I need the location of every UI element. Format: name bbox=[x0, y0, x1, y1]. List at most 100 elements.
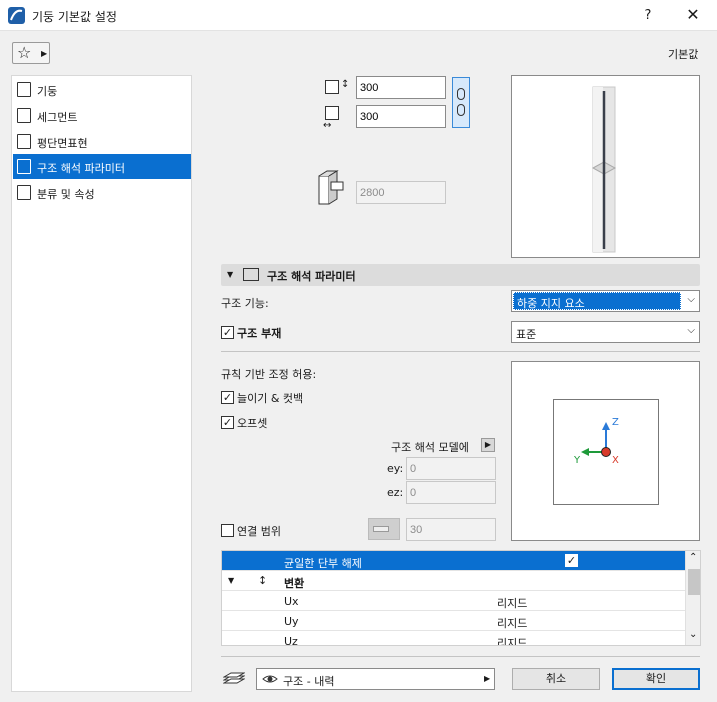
structural-member-checkbox[interactable]: ✓ bbox=[221, 326, 234, 339]
structural-analysis-icon bbox=[243, 268, 259, 281]
range-bar-icon bbox=[373, 526, 389, 532]
scroll-up-icon[interactable]: ⌃ bbox=[689, 552, 697, 563]
offset-label: 오프셋 bbox=[237, 417, 268, 430]
section-header-structural[interactable]: ▼ 구조 해석 파라미터 bbox=[221, 264, 700, 286]
table-cell: 균일한 단부 해제 bbox=[284, 557, 362, 570]
table-row[interactable]: Ux 리지드 bbox=[222, 591, 685, 611]
view-dropdown[interactable]: 구조 - 내력 ▶ bbox=[256, 668, 495, 690]
structural-function-label: 구조 기능: bbox=[221, 297, 269, 310]
model-menu-button[interactable]: ▶ bbox=[481, 438, 495, 452]
plan-section-icon bbox=[17, 134, 31, 149]
table-cell: 리지드 bbox=[497, 617, 528, 630]
release-table: 균일한 단부 해제 ✓ ▼ ↕ 변환 Ux 리지드 Uy 리지드 Uz 리지드 … bbox=[221, 550, 701, 646]
table-cell: Uy bbox=[284, 615, 299, 628]
column-icon bbox=[17, 82, 31, 97]
table-cell: Uz bbox=[284, 635, 298, 646]
favorites-button[interactable]: ☆ ▶ bbox=[12, 42, 50, 64]
layers-icon bbox=[222, 670, 246, 686]
table-cell: 리지드 bbox=[497, 637, 528, 646]
column-3d-preview bbox=[511, 75, 700, 258]
table-scrollbar[interactable]: ⌃ ⌄ bbox=[685, 551, 700, 645]
structural-member-dropdown[interactable]: 표준 ⌵ bbox=[511, 321, 700, 343]
column-height-icon bbox=[317, 170, 347, 207]
chevron-down-icon: ⌵ bbox=[687, 294, 695, 305]
table-row-group[interactable]: ▼ ↕ 변환 bbox=[222, 571, 685, 591]
analysis-model-label: 구조 해석 모델에 bbox=[391, 441, 469, 454]
ey-input[interactable] bbox=[406, 457, 496, 480]
app-logo-icon bbox=[8, 7, 25, 24]
table-cell: 리지드 bbox=[497, 597, 528, 610]
cancel-button[interactable]: 취소 bbox=[512, 668, 600, 690]
divider bbox=[221, 656, 700, 657]
sidebar-item-label: 세그먼트 bbox=[37, 111, 78, 124]
dropdown-value: 하중 지지 요소 bbox=[513, 292, 681, 310]
chain-link-icon bbox=[457, 88, 465, 100]
dropdown-value: 표준 bbox=[516, 328, 537, 341]
arrow-vertical-icon: ↕ bbox=[341, 79, 350, 90]
caret-down-icon: ▼ bbox=[227, 270, 234, 279]
ok-button[interactable]: 확인 bbox=[612, 668, 700, 690]
axis-y-label: Y bbox=[574, 455, 581, 466]
sidebar-item-label: 구조 해석 파라미터 bbox=[37, 162, 125, 175]
uniform-release-checkbox[interactable]: ✓ bbox=[565, 554, 578, 567]
rule-based-adjust-label: 규칙 기반 조정 허용: bbox=[221, 368, 317, 381]
classification-icon bbox=[17, 185, 31, 200]
sidebar-item-label: 기둥 bbox=[37, 85, 58, 98]
table-row[interactable]: 균일한 단부 해제 ✓ bbox=[222, 551, 685, 571]
window-title: 기둥 기본값 설정 bbox=[32, 10, 117, 24]
depth-dimension-icon bbox=[325, 106, 339, 120]
sidebar-item-label: 분류 및 속성 bbox=[37, 188, 95, 201]
width-dimension-icon bbox=[325, 80, 339, 94]
ey-label: ey: bbox=[387, 462, 404, 475]
help-button[interactable]: ? bbox=[638, 6, 658, 26]
structural-member-label: 구조 부재 bbox=[237, 327, 282, 340]
chevron-down-icon: ⌵ bbox=[687, 325, 695, 336]
title-bar: 기둥 기본값 설정 ? ✕ bbox=[0, 0, 717, 31]
section-title: 구조 해석 파라미터 bbox=[267, 270, 356, 283]
caret-down-icon: ▼ bbox=[228, 576, 235, 585]
connection-range-input[interactable] bbox=[406, 518, 496, 541]
sidebar-item-segment[interactable]: 세그먼트 bbox=[13, 103, 191, 128]
analysis-model-preview: Z Y X bbox=[511, 361, 700, 541]
divider bbox=[221, 351, 700, 352]
default-label: 기본값 bbox=[668, 48, 699, 61]
scroll-thumb[interactable] bbox=[688, 569, 700, 595]
ez-input[interactable] bbox=[406, 481, 496, 504]
close-button[interactable]: ✕ bbox=[683, 5, 703, 25]
height-input[interactable] bbox=[356, 181, 446, 204]
table-cell: 변환 bbox=[284, 577, 305, 590]
width-input[interactable] bbox=[356, 76, 446, 99]
segment-icon bbox=[17, 108, 31, 123]
eye-icon bbox=[262, 672, 278, 686]
triangle-right-icon: ▶ bbox=[41, 49, 48, 58]
sidebar: 기둥 세그먼트 평단면표현 구조 해석 파라미터 분류 및 속성 bbox=[11, 75, 192, 692]
triangle-right-icon: ▶ bbox=[484, 674, 491, 683]
extend-cutback-label: 늘이기 & 컷백 bbox=[237, 392, 304, 405]
table-row[interactable]: Uy 리지드 bbox=[222, 611, 685, 631]
sidebar-item-structural-analysis[interactable]: 구조 해석 파라미터 bbox=[13, 154, 191, 179]
star-icon: ☆ bbox=[17, 43, 32, 62]
connection-range-label: 연결 범위 bbox=[237, 525, 281, 538]
offset-checkbox[interactable]: ✓ bbox=[221, 416, 234, 429]
table-row[interactable]: Uz 리지드 bbox=[222, 631, 685, 646]
range-type-button[interactable] bbox=[368, 518, 400, 540]
arrow-horizontal-icon: ↔ bbox=[323, 120, 332, 131]
sidebar-item-label: 평단면표현 bbox=[37, 137, 88, 150]
sidebar-item-column[interactable]: 기둥 bbox=[13, 77, 191, 102]
link-dimensions-button[interactable] bbox=[452, 77, 470, 128]
extend-cutback-checkbox[interactable]: ✓ bbox=[221, 391, 234, 404]
structural-function-dropdown[interactable]: 하중 지지 요소 ⌵ bbox=[511, 290, 700, 312]
depth-input[interactable] bbox=[356, 105, 446, 128]
ez-label: ez: bbox=[387, 486, 404, 499]
dropdown-value: 구조 - 내력 bbox=[283, 675, 335, 688]
table-cell: Ux bbox=[284, 595, 299, 608]
axis-x-label: X bbox=[612, 455, 619, 466]
chain-link-icon bbox=[457, 104, 465, 116]
scroll-down-icon[interactable]: ⌄ bbox=[689, 629, 697, 640]
sidebar-item-classification[interactable]: 분류 및 속성 bbox=[13, 180, 191, 205]
transform-arrow-icon: ↕ bbox=[258, 574, 268, 587]
axis-z-label: Z bbox=[612, 417, 619, 428]
structural-analysis-icon bbox=[17, 159, 31, 174]
connection-range-checkbox[interactable] bbox=[221, 524, 234, 537]
sidebar-item-plan-section[interactable]: 평단면표현 bbox=[13, 129, 191, 154]
